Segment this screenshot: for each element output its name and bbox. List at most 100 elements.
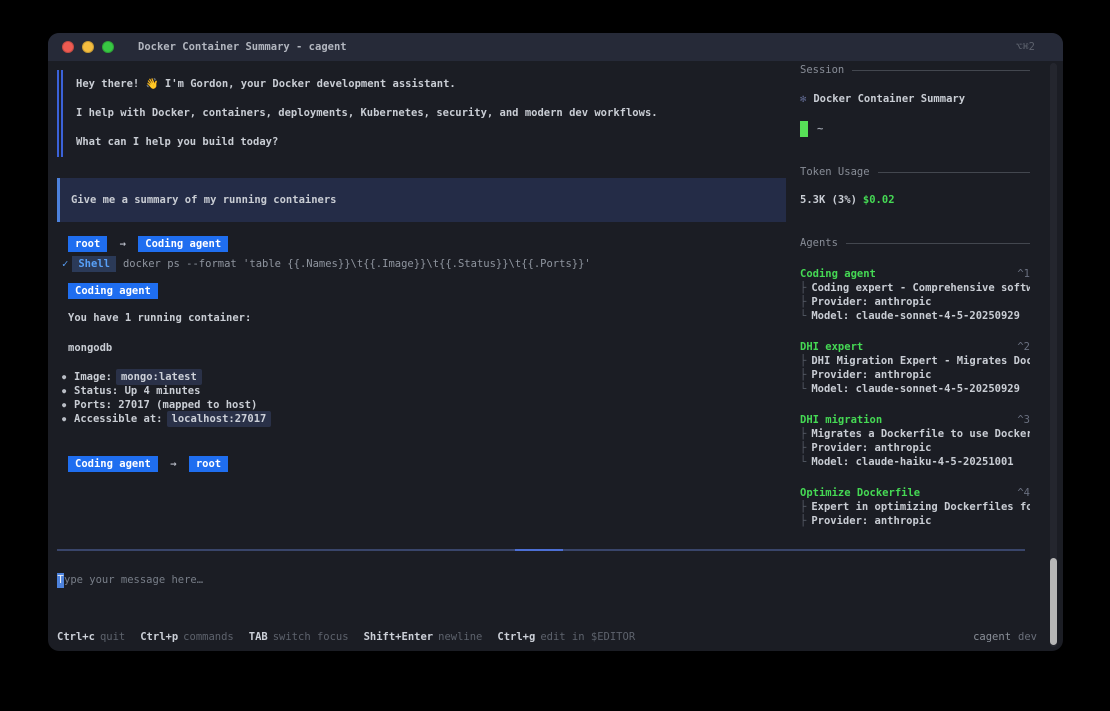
bullet-icon: ● <box>62 384 74 398</box>
minimize-button[interactable] <box>82 41 94 53</box>
handoff-arrow-icon: → <box>170 458 176 470</box>
agent-item-header: Coding agent^1 <box>800 267 1030 281</box>
detail-text: Ports: 27017 (mapped to host) <box>74 398 257 412</box>
agent-name: Coding agent <box>800 267 876 281</box>
agent-detail-line: └Model: claude-sonnet-4-5-20250929 <box>800 382 1030 396</box>
session-name-row[interactable]: ✻ Docker Container Summary <box>800 93 965 105</box>
agent-detail-line: ├ Provider: anthropic <box>800 368 1030 382</box>
agent-item-header: Optimize Dockerfile^4 <box>800 486 1030 500</box>
agent-detail-line: └Model: claude-haiku-4-5-20251001 <box>800 455 1030 469</box>
hotkey-action: edit in $EDITOR <box>540 631 635 643</box>
welcome-line: Hey there! 👋 I'm Gordon, your Docker dev… <box>76 70 658 99</box>
text-cursor: T <box>57 573 64 588</box>
hotkey-key: Shift+Enter <box>364 631 434 643</box>
terminal-window: Docker Container Summary - cagent ⌥⌘2 He… <box>48 33 1063 651</box>
agent-hotkey: ^2 <box>1017 340 1030 354</box>
bullet-icon: ● <box>62 398 74 412</box>
agent-handoff-row: root → Coding agent <box>68 236 228 252</box>
detail-text: Image: <box>74 370 112 384</box>
hotkey-action: quit <box>100 631 125 643</box>
working-directory-row: ~ <box>800 121 823 137</box>
agent-item[interactable]: Coding agent^1├Coding expert - Comprehen… <box>800 267 1030 323</box>
app-version-label: cagentdev <box>973 631 1037 643</box>
hotkey-key: TAB <box>249 631 268 643</box>
container-detail-item: ●Status: Up 4 minutes <box>62 384 271 398</box>
hotkey-action: newline <box>438 631 482 643</box>
agent-detail-line: ├Migrates a Dockerfile to use Docker… <box>800 427 1030 441</box>
tool-command: docker ps --format 'table {{.Names}}\t{{… <box>123 258 591 270</box>
agent-item[interactable]: DHI expert^2├DHI Migration Expert - Migr… <box>800 340 1030 396</box>
agent-detail-text: Provider: anthropic <box>811 296 931 308</box>
assistant-welcome-message: Hey there! 👋 I'm Gordon, your Docker dev… <box>57 70 658 157</box>
agent-item[interactable]: Optimize Dockerfile^4├Expert in optimizi… <box>800 486 1030 528</box>
cursor-block-icon <box>800 121 808 137</box>
tree-branch-icon: ├ <box>800 501 806 513</box>
input-divider <box>57 549 1025 551</box>
welcome-line: What can I help you build today? <box>76 128 658 157</box>
agent-detail-text: Expert in optimizing Dockerfiles fo… <box>811 501 1030 513</box>
tool-call-row: ✓ Shell docker ps --format 'table {{.Names… <box>62 256 591 272</box>
agent-name: DHI expert <box>800 340 863 354</box>
agents-header-label: Agents <box>800 237 838 249</box>
agent-detail-line: ├DHI Migration Expert - Migrates Doc… <box>800 354 1030 368</box>
agent-detail-line: ├ Expert in optimizing Dockerfiles fo… <box>800 500 1030 514</box>
hotkey-key: Ctrl+g <box>497 631 535 643</box>
tool-name-chip: Shell <box>72 256 116 272</box>
tree-branch-icon: ├ <box>800 515 806 527</box>
container-details-list: ●Image:mongo:latest●Status: Up 4 minutes… <box>62 370 271 426</box>
welcome-line: I help with Docker, containers, deployme… <box>76 99 658 128</box>
container-name: mongodb <box>68 341 112 355</box>
agent-detail-line: ├Provider: anthropic <box>800 295 1030 309</box>
agent-item-header: DHI migration^3 <box>800 413 1030 427</box>
return-handoff-row: Coding agent → root <box>68 456 228 472</box>
token-cost: $0.02 <box>863 194 895 206</box>
container-detail-item: ●Ports: 27017 (mapped to host) <box>62 398 271 412</box>
tree-branch-icon: ├ <box>800 428 806 440</box>
agent-badge-coding-agent: Coding agent <box>68 456 158 472</box>
hotkey-hint: Shift+Enter newline <box>364 631 483 643</box>
session-header-label: Session <box>800 64 844 76</box>
agents-list: Coding agent^1├Coding expert - Comprehen… <box>800 267 1030 545</box>
statusbar: Ctrl+cquit Ctrl+p commands TABswitch focus S… <box>57 631 1037 643</box>
agent-name: Optimize Dockerfile <box>800 486 920 500</box>
hotkey-key: Ctrl+p <box>140 631 178 643</box>
scrollbar-track[interactable] <box>1050 63 1057 647</box>
agent-detail-line: └Model: claude-sonnet-4-5-20250929 <box>800 309 1030 323</box>
hotkey-hint: Ctrl+cquit <box>57 631 125 643</box>
session-section-header: Session <box>800 63 1030 77</box>
scrollbar-thumb[interactable] <box>1050 558 1057 645</box>
session-star-icon: ✻ <box>800 93 806 105</box>
response-summary: You have 1 running container: <box>68 311 251 325</box>
close-button[interactable] <box>62 41 74 53</box>
agent-badge-coding-agent: Coding agent <box>138 236 228 252</box>
handoff-arrow-icon: → <box>120 238 126 250</box>
hotkey-hints: Ctrl+cquit Ctrl+p commands TABswitch focus S… <box>57 631 635 643</box>
check-icon: ✓ <box>62 258 68 270</box>
hotkey-hint: Ctrl+p commands <box>140 631 234 643</box>
maximize-button[interactable] <box>102 41 114 53</box>
agent-name: DHI migration <box>800 413 882 427</box>
message-input[interactable]: Type your message here… <box>57 572 203 588</box>
agent-detail-text: Model: claude-sonnet-4-5-20250929 <box>811 383 1020 395</box>
agent-badge-root: root <box>68 236 107 252</box>
user-message-text: Give me a summary of my running containe… <box>71 194 337 206</box>
inline-code: localhost:27017 <box>167 411 272 427</box>
detail-text: Accessible at: <box>74 412 163 426</box>
agent-detail-text: DHI Migration Expert - Migrates Doc… <box>811 355 1030 367</box>
agent-item-header: DHI expert ^2 <box>800 340 1030 354</box>
agent-detail-line: ├Provider: anthropic <box>800 514 1030 528</box>
tree-branch-icon: ├ <box>800 282 806 294</box>
agent-detail-text: Model: claude-haiku-4-5-20251001 <box>811 456 1013 468</box>
user-message: Give me a summary of my running containe… <box>57 178 786 222</box>
token-usage-header-label: Token Usage <box>800 166 870 178</box>
working-directory: ~ <box>817 123 823 135</box>
hotkey-action: commands <box>183 631 234 643</box>
agent-detail-text: Provider: anthropic <box>811 369 931 381</box>
tree-branch-icon: ├ <box>800 369 806 381</box>
sidebar: Session ✻ Docker Container Summary ~ Tok… <box>800 33 1030 651</box>
response-agent-row: Coding agent <box>68 283 158 299</box>
agent-item[interactable]: DHI migration^3├Migrates a Dockerfile to… <box>800 413 1030 469</box>
input-placeholder: ype your message here… <box>64 574 203 586</box>
bullet-icon: ● <box>62 370 74 384</box>
hotkey-hint: TABswitch focus <box>249 631 349 643</box>
